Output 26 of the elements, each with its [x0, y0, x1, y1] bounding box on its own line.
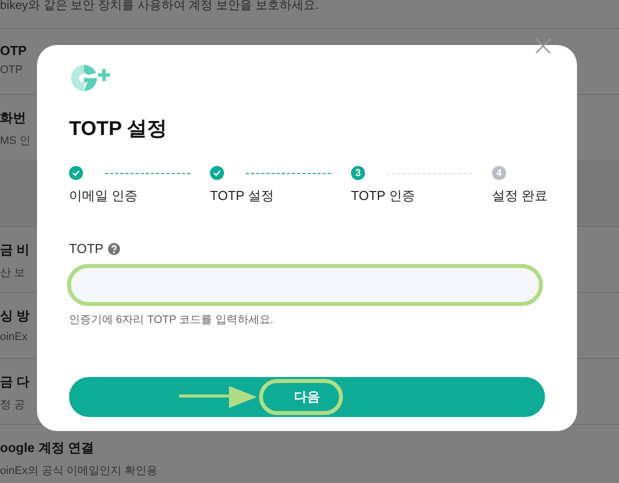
setting-description: MS 인: [0, 134, 31, 148]
setting-title: 금 다: [0, 373, 30, 391]
setting-description: oinEx의 공식 이메일인지 확인용: [0, 464, 158, 478]
dialog-title: TOTP 설정: [69, 117, 168, 141]
setting-title: 화번: [0, 109, 26, 127]
step-label: TOTP 인증: [351, 187, 415, 205]
step-number: 3: [351, 166, 365, 180]
step-number: 4: [492, 166, 506, 180]
setting-description: OTP: [0, 64, 23, 76]
setting-title: 싱 방: [0, 307, 30, 325]
section-description: bikey와 같은 보안 장치를 사용하여 계정 보안을 보호하세요.: [0, 0, 320, 14]
setting-description: 정 공: [0, 398, 26, 412]
totp-input[interactable]: [67, 264, 543, 306]
setting-title: 금 비: [0, 241, 30, 259]
field-hint: 인증기에 6자리 TOTP 코드를 입력하세요.: [69, 313, 274, 327]
help-icon[interactable]: [108, 242, 120, 254]
step-label: 이메일 인증: [69, 187, 138, 205]
close-icon[interactable]: [535, 38, 551, 54]
field-label: TOTP: [69, 241, 104, 256]
setting-description: 산 보: [0, 266, 26, 280]
setting-title: OTP: [0, 43, 27, 58]
step-label: TOTP 설정: [210, 187, 274, 205]
step-label: 설정 완료: [492, 187, 548, 205]
next-button[interactable]: 다음: [69, 377, 545, 417]
setting-description: oinEx: [0, 331, 28, 343]
setting-title: oogle 계정 연결: [0, 439, 94, 457]
